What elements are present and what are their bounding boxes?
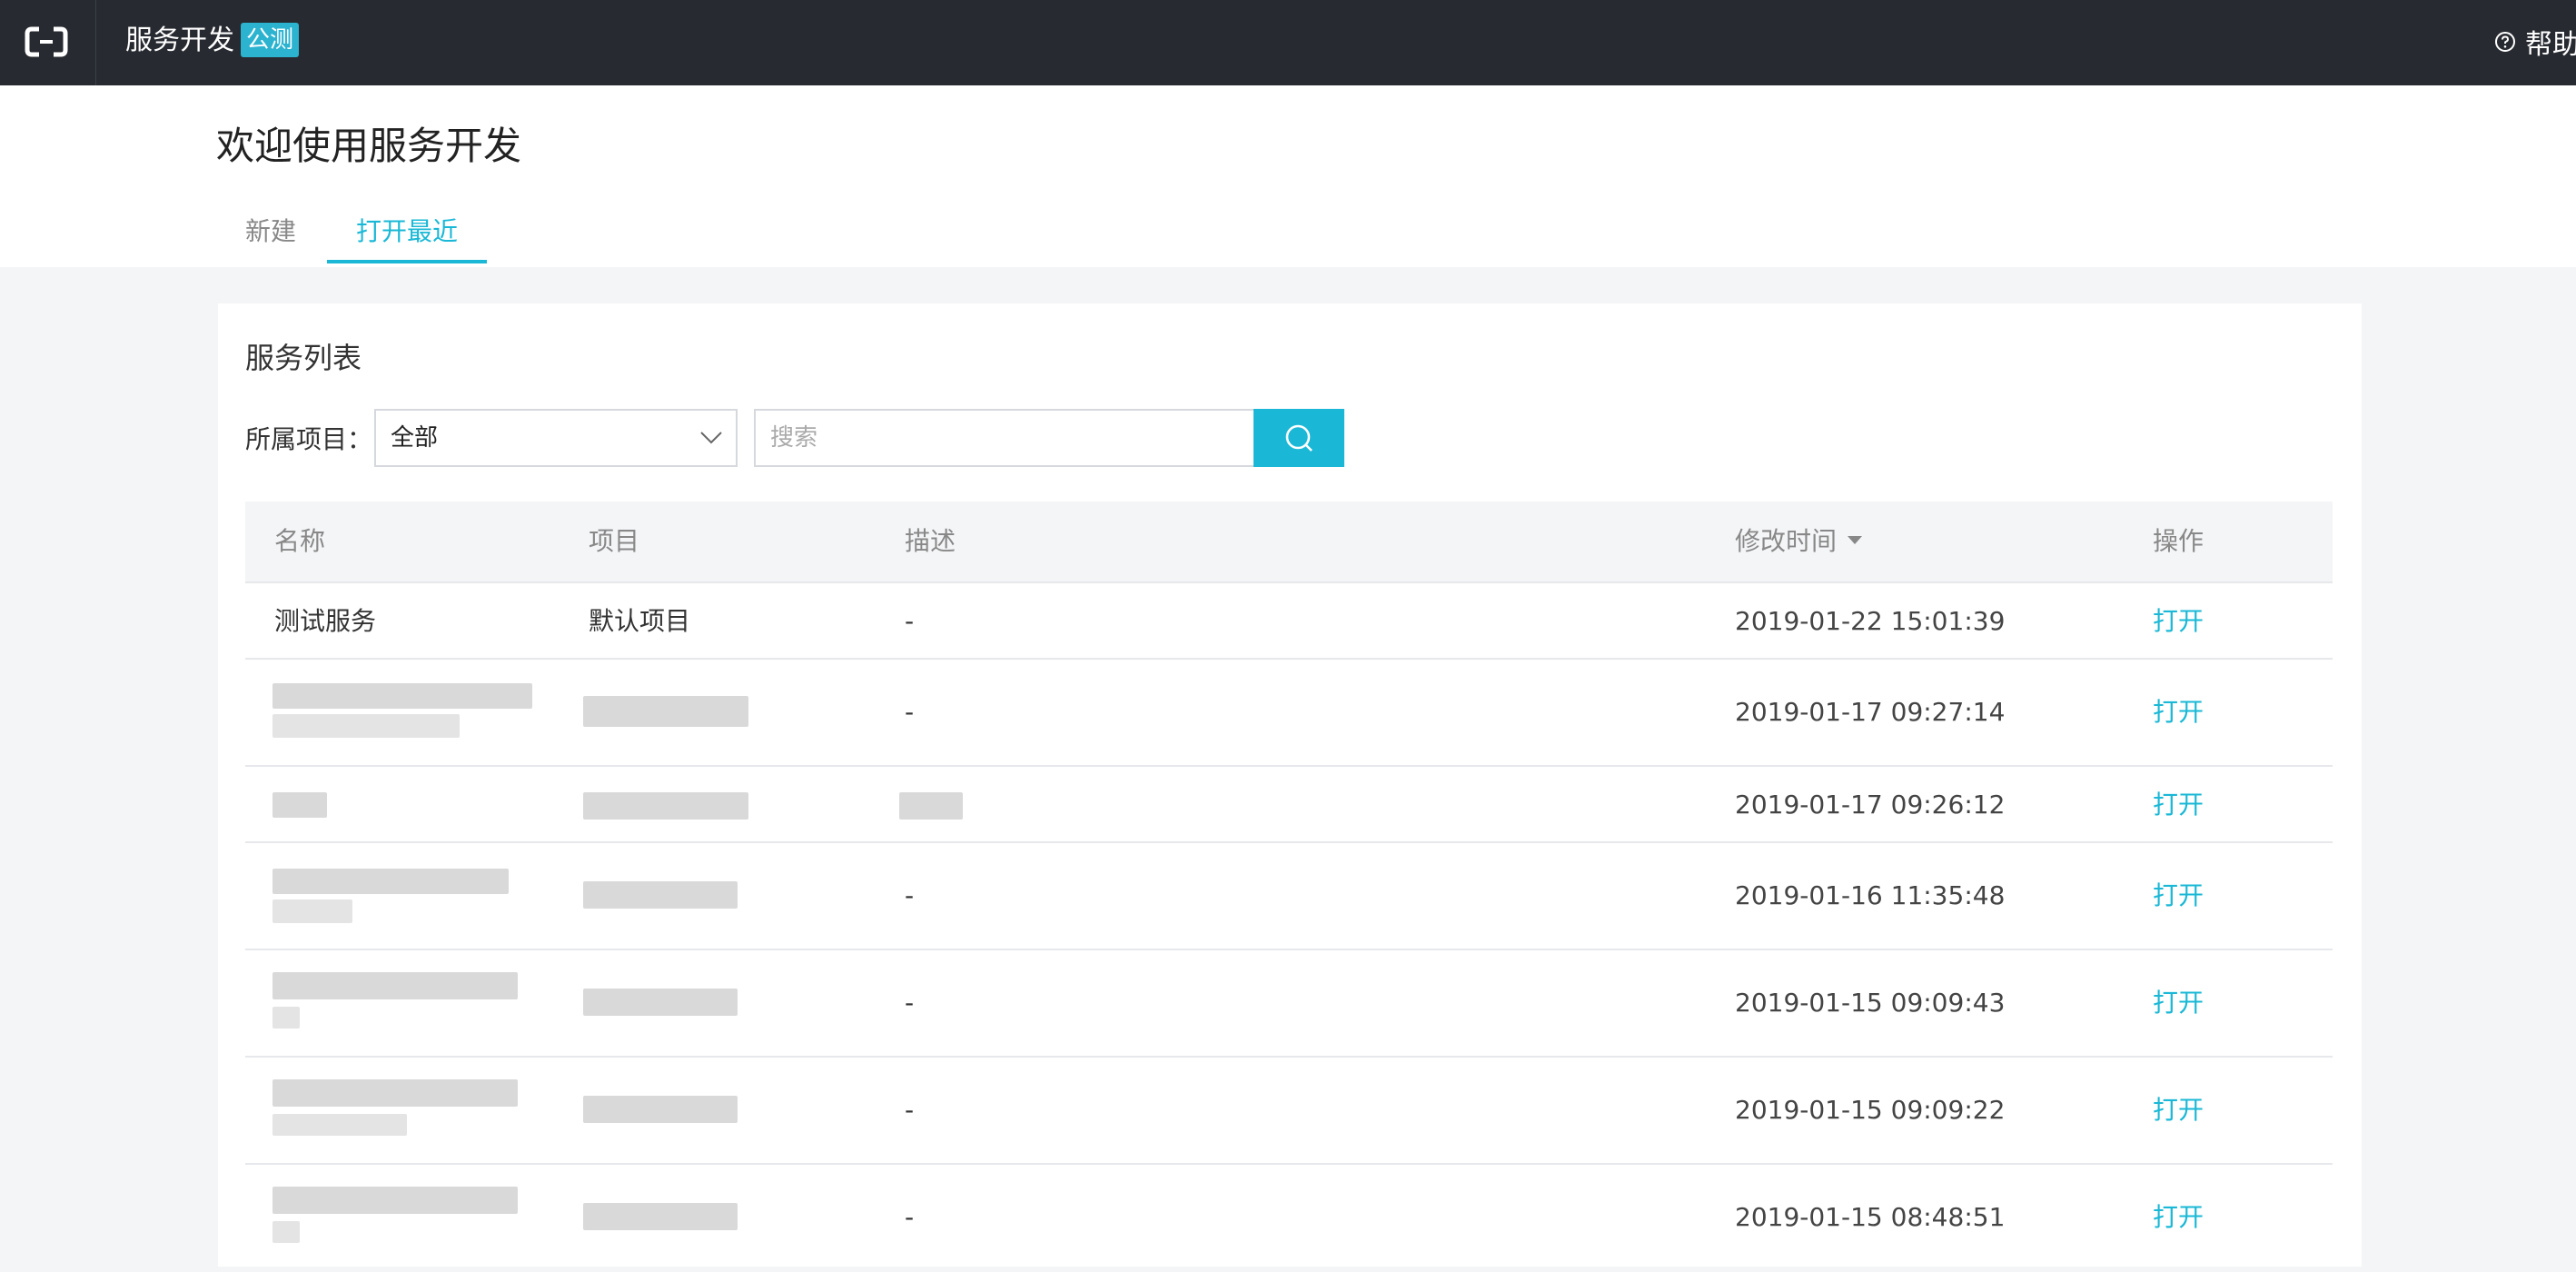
question-circle-icon (2495, 32, 2515, 52)
row-modified: 2019-01-15 09:09:43 (1735, 988, 2006, 1018)
redacted-description (899, 792, 963, 820)
row-description: - (905, 606, 915, 636)
table-row: 测试服务 默认项目 - 2019-01-22 15:01:39 打开 (245, 583, 2333, 660)
row-modified: 2019-01-16 11:35:48 (1735, 880, 2006, 910)
redacted-name (272, 869, 509, 894)
logo-container[interactable] (0, 0, 96, 85)
service-list-card: 服务列表 所属项目： 全部 名称 项目 描述 修改时间 操作 测试服务 默认项目… (218, 303, 2362, 1267)
project-select-value: 全部 (391, 424, 439, 452)
redacted-name (272, 683, 532, 709)
column-header-modified-label: 修改时间 (1735, 526, 1838, 556)
row-description: - (905, 697, 915, 727)
table-header: 名称 项目 描述 修改时间 操作 (245, 502, 2333, 583)
column-header-action: 操作 (2153, 526, 2204, 556)
tab-new[interactable]: 新建 (229, 213, 312, 262)
caret-down-icon[interactable] (1848, 535, 1863, 544)
service-table: 名称 项目 描述 修改时间 操作 测试服务 默认项目 - 2019-01-22 … (245, 502, 2333, 1272)
row-description: - (905, 1202, 915, 1232)
welcome-header: 欢迎使用服务开发 新建 打开最近 (0, 85, 2576, 267)
beta-badge: 公测 (241, 23, 300, 57)
help-label: 帮助 (2525, 29, 2576, 61)
row-project: 默认项目 (589, 606, 691, 636)
redacted-project (583, 1203, 738, 1230)
redacted-name (272, 972, 518, 999)
row-description: - (905, 1095, 915, 1125)
redacted-project (583, 1096, 738, 1123)
alibaba-cloud-logo-icon[interactable] (25, 25, 68, 58)
table-row: - 2019-01-15 08:48:51 打开 (245, 1165, 2333, 1272)
search-icon (1285, 424, 1313, 452)
row-name: 测试服务 (274, 606, 377, 636)
top-navigation-bar: 服务开发 公测 帮助 (0, 0, 2576, 85)
column-header-name: 名称 (274, 526, 326, 556)
column-header-description: 描述 (905, 526, 956, 556)
table-row: - 2019-01-15 09:09:43 打开 (245, 950, 2333, 1058)
project-select[interactable]: 全部 (374, 409, 738, 467)
redacted-project (583, 792, 748, 820)
page-title: 欢迎使用服务开发 (216, 124, 522, 168)
redacted-project (583, 696, 748, 727)
chevron-down-icon (700, 432, 722, 444)
redacted-project (583, 881, 738, 909)
redacted-name (272, 1007, 300, 1029)
row-modified: 2019-01-15 09:09:22 (1735, 1095, 2006, 1125)
redacted-name (272, 1187, 518, 1214)
open-button[interactable]: 打开 (2153, 787, 2204, 823)
project-filter-label: 所属项目： (245, 424, 373, 454)
row-description: - (905, 880, 915, 910)
redacted-name (272, 714, 460, 738)
search-input[interactable] (754, 409, 1253, 467)
open-button[interactable]: 打开 (2153, 985, 2204, 1021)
redacted-name (272, 899, 352, 923)
open-button[interactable]: 打开 (2153, 694, 2204, 730)
redacted-name (272, 792, 327, 818)
open-button[interactable]: 打开 (2153, 1092, 2204, 1128)
active-tab-indicator (327, 260, 487, 263)
redacted-name (272, 1079, 518, 1107)
open-button[interactable]: 打开 (2153, 878, 2204, 914)
redacted-name (272, 1114, 407, 1136)
open-button[interactable]: 打开 (2153, 1199, 2204, 1236)
table-row: - 2019-01-16 11:35:48 打开 (245, 843, 2333, 950)
table-row: 2019-01-17 09:26:12 打开 (245, 767, 2333, 843)
help-link[interactable]: 帮助 (2494, 24, 2576, 61)
row-modified: 2019-01-17 09:26:12 (1735, 790, 2006, 820)
row-modified: 2019-01-22 15:01:39 (1735, 606, 2006, 636)
table-row: - 2019-01-15 09:09:22 打开 (245, 1058, 2333, 1165)
redacted-project (583, 989, 738, 1016)
row-description: - (905, 988, 915, 1018)
app-title: 服务开发 (125, 25, 234, 56)
row-modified: 2019-01-15 08:48:51 (1735, 1202, 2006, 1232)
tab-open-recent[interactable]: 打开最近 (327, 213, 487, 262)
search-button[interactable] (1253, 409, 1344, 467)
service-list-title: 服务列表 (245, 341, 362, 375)
column-header-project: 项目 (589, 526, 640, 556)
redacted-name (272, 1221, 300, 1243)
open-button[interactable]: 打开 (2153, 603, 2204, 640)
column-header-modified[interactable]: 修改时间 (1735, 523, 1863, 560)
table-row: - 2019-01-17 09:27:14 打开 (245, 660, 2333, 767)
row-modified: 2019-01-17 09:27:14 (1735, 697, 2006, 727)
